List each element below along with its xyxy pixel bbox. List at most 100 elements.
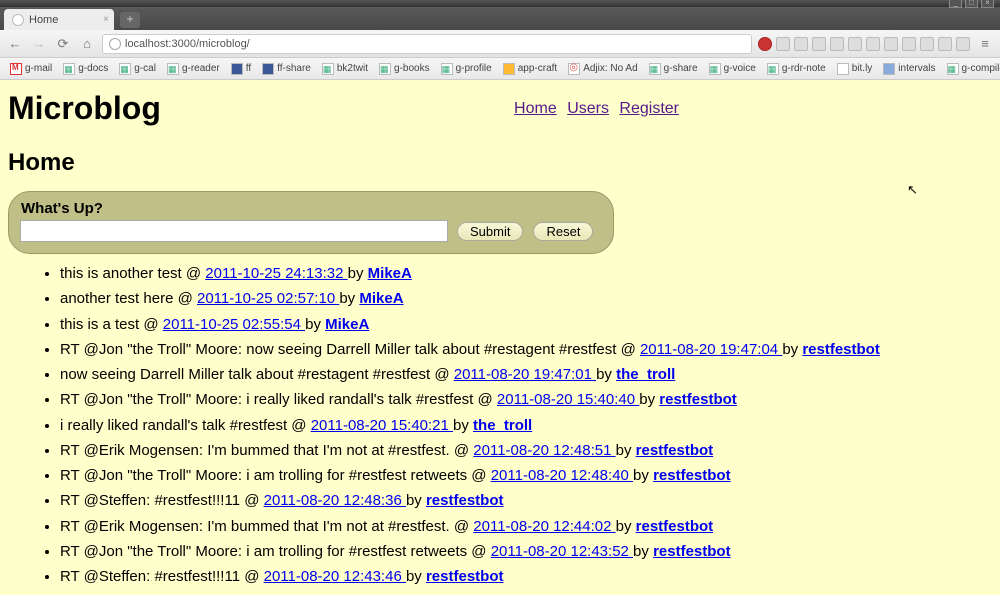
post-user-link[interactable]: MikeA <box>325 316 369 333</box>
nav-link-register[interactable]: Register <box>619 100 679 117</box>
extension-icon[interactable] <box>758 37 772 51</box>
bookmark-item[interactable]: ff-share <box>258 62 315 76</box>
post-user-link[interactable]: restfestbot <box>426 492 504 509</box>
extension-icon[interactable] <box>920 37 934 51</box>
bookmark-item[interactable]: g-voice <box>705 62 760 76</box>
bookmark-item[interactable]: g-reader <box>163 62 224 76</box>
post-list: this is another test @ 2011-10-25 24:13:… <box>8 264 992 595</box>
bookmark-label: g-share <box>664 63 698 74</box>
bookmark-item[interactable]: g-share <box>645 62 702 76</box>
tab-close-icon[interactable]: × <box>103 14 109 25</box>
post-item: another test here @ 2011-10-25 02:57:10 … <box>60 289 992 309</box>
post-text: RT @Jon "the Troll" Moore: i am trolling… <box>60 467 491 484</box>
post-timestamp-link[interactable]: 2011-08-20 12:43:52 <box>491 543 633 560</box>
post-timestamp-link[interactable]: 2011-08-20 19:47:04 <box>640 341 782 358</box>
extension-icon[interactable] <box>902 37 916 51</box>
bookmark-favicon <box>503 63 515 75</box>
new-tab-button[interactable]: + <box>120 12 140 28</box>
post-by-label: by <box>406 492 426 509</box>
post-text: RT @Jon "the Troll" Moore: i really like… <box>60 391 497 408</box>
bookmark-item[interactable]: ff <box>227 62 255 76</box>
post-user-link[interactable]: the_troll <box>473 417 532 434</box>
compose-input[interactable] <box>21 221 447 241</box>
bookmark-item[interactable]: Adjix: No Ad <box>564 62 641 76</box>
extension-icon[interactable] <box>956 37 970 51</box>
mouse-cursor-icon: ↖ <box>907 182 918 198</box>
post-timestamp-link[interactable]: 2011-08-20 12:48:40 <box>491 467 633 484</box>
window-minimize-button[interactable]: _ <box>949 0 962 8</box>
back-button[interactable]: ← <box>6 35 24 53</box>
extension-icon[interactable] <box>794 37 808 51</box>
post-user-link[interactable]: restfestbot <box>636 442 714 459</box>
post-user-link[interactable]: restfestbot <box>802 341 880 358</box>
bookmark-item[interactable]: bit.ly <box>833 62 877 76</box>
window-close-button[interactable]: × <box>981 0 994 8</box>
address-bar: ← → ⟳ ⌂ localhost:3000/microblog/ ≡ <box>0 30 1000 58</box>
post-user-link[interactable]: restfestbot <box>636 518 714 535</box>
post-timestamp-link[interactable]: 2011-10-25 24:13:32 <box>205 265 347 282</box>
bookmark-item[interactable]: g-docs <box>59 62 112 76</box>
url-field[interactable]: localhost:3000/microblog/ <box>102 34 752 54</box>
browser-tab[interactable]: Home × <box>4 9 114 30</box>
post-user-link[interactable]: MikeA <box>359 290 403 307</box>
bookmark-label: g-rdr-note <box>782 63 826 74</box>
bookmark-item[interactable]: intervals <box>879 62 939 76</box>
bookmark-label: intervals <box>898 63 935 74</box>
bookmark-item[interactable]: bk2twit <box>318 62 372 76</box>
post-timestamp-link[interactable]: 2011-08-20 12:43:46 <box>264 568 406 585</box>
bookmark-item[interactable]: g-cal <box>115 62 160 76</box>
wrench-menu-button[interactable]: ≡ <box>976 35 994 53</box>
post-user-link[interactable]: MikeA <box>368 265 412 282</box>
post-timestamp-link[interactable]: 2011-08-20 19:47:01 <box>454 366 596 383</box>
post-by-label: by <box>406 568 426 585</box>
bookmark-item[interactable]: g-books <box>375 62 434 76</box>
post-timestamp-link[interactable]: 2011-08-20 15:40:40 <box>497 391 639 408</box>
nav-link-home[interactable]: Home <box>514 100 557 117</box>
post-by-label: by <box>453 417 473 434</box>
post-user-link[interactable]: restfestbot <box>653 467 731 484</box>
post-timestamp-link[interactable]: 2011-08-20 12:48:36 <box>264 492 406 509</box>
window-maximize-button[interactable]: □ <box>965 0 978 8</box>
extension-icon[interactable] <box>812 37 826 51</box>
post-by-label: by <box>339 290 359 307</box>
browser-window: _ □ × Home × + ← → ⟳ ⌂ localhost:3000/mi… <box>0 0 1000 595</box>
bookmark-favicon <box>709 63 721 75</box>
extension-icon[interactable] <box>938 37 952 51</box>
post-user-link[interactable]: the_troll <box>616 366 675 383</box>
tab-title: Home <box>29 14 58 26</box>
tab-favicon <box>12 14 24 26</box>
reload-button[interactable]: ⟳ <box>54 35 72 53</box>
reset-button[interactable]: Reset <box>533 222 593 241</box>
extension-icon[interactable] <box>830 37 844 51</box>
tab-strip: Home × + <box>0 7 1000 30</box>
post-user-link[interactable]: restfestbot <box>659 391 737 408</box>
post-text: RT @Erik Mogensen: I'm bummed that I'm n… <box>60 442 473 459</box>
post-timestamp-link[interactable]: 2011-10-25 02:55:54 <box>163 316 305 333</box>
post-timestamp-link[interactable]: 2011-08-20 12:48:51 <box>473 442 615 459</box>
url-text: localhost:3000/microblog/ <box>125 38 250 50</box>
nav-link-users[interactable]: Users <box>567 100 609 117</box>
bookmark-item[interactable]: app-craft <box>499 62 561 76</box>
bookmark-item[interactable]: g-mail <box>6 62 56 76</box>
extension-icon[interactable] <box>776 37 790 51</box>
home-button[interactable]: ⌂ <box>78 35 96 53</box>
bookmark-item[interactable]: g-compile <box>943 62 1000 76</box>
forward-button[interactable]: → <box>30 35 48 53</box>
post-timestamp-link[interactable]: 2011-10-25 02:57:10 <box>197 290 339 307</box>
post-timestamp-link[interactable]: 2011-08-20 15:40:21 <box>311 417 453 434</box>
post-user-link[interactable]: restfestbot <box>426 568 504 585</box>
post-text: i really liked randall's talk #restfest … <box>60 417 311 434</box>
bookmark-label: ff <box>246 63 251 74</box>
post-by-label: by <box>305 316 325 333</box>
bookmark-favicon <box>119 63 131 75</box>
bookmark-favicon <box>10 63 22 75</box>
bookmark-item[interactable]: g-profile <box>437 62 496 76</box>
post-user-link[interactable]: restfestbot <box>653 543 731 560</box>
extension-icon[interactable] <box>866 37 880 51</box>
submit-button[interactable]: Submit <box>457 222 523 241</box>
post-item: RT @Jon "the Troll" Moore: now seeing Da… <box>60 340 992 360</box>
post-timestamp-link[interactable]: 2011-08-20 12:44:02 <box>473 518 615 535</box>
extension-icon[interactable] <box>884 37 898 51</box>
extension-icon[interactable] <box>848 37 862 51</box>
bookmark-item[interactable]: g-rdr-note <box>763 62 830 76</box>
